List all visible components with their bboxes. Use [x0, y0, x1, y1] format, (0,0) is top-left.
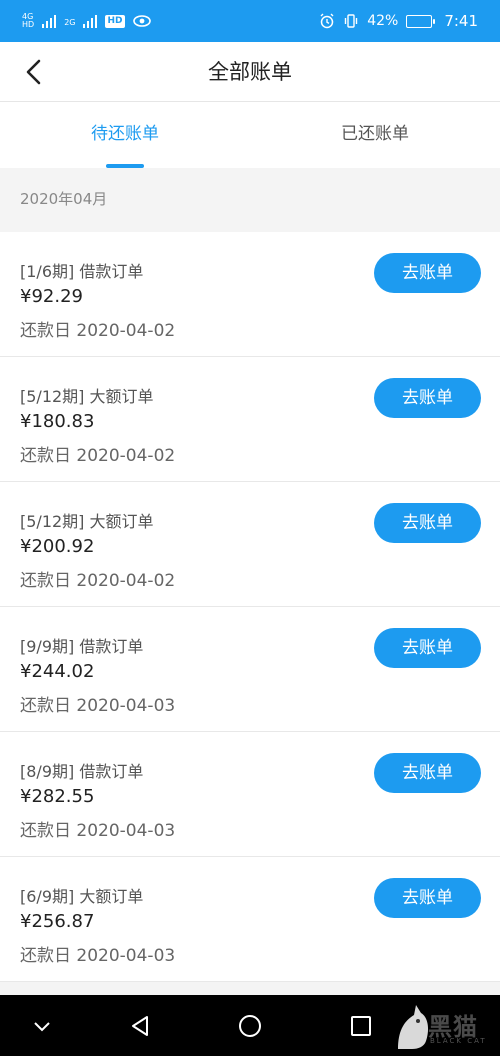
tab-label: 已还账单: [341, 124, 409, 144]
view-bill-button[interactable]: 去账单: [374, 253, 481, 293]
chevron-down-icon: [34, 1021, 50, 1031]
bill-title: [5/12期] 大额订单: [20, 512, 154, 531]
bill-due-date: 还款日 2020-04-03: [20, 821, 176, 841]
bill-title: [5/12期] 大额订单: [20, 387, 154, 406]
system-back-button[interactable]: [110, 995, 170, 1056]
system-nav-bar: 黑猫 BLACK CAT: [0, 995, 500, 1056]
vibrate-icon: [343, 13, 359, 29]
bill-item: [9/9期] 借款订单 ¥244.02 还款日 2020-04-03 去账单: [0, 607, 500, 732]
bill-amount: ¥244.02: [20, 661, 95, 682]
view-bill-button[interactable]: 去账单: [374, 753, 481, 793]
bill-amount: ¥282.55: [20, 786, 95, 807]
bill-item: [1/6期] 借款订单 ¥92.29 还款日 2020-04-02 去账单: [0, 232, 500, 357]
watermark-subtext: BLACK CAT: [430, 1037, 487, 1045]
bill-title: [9/9期] 借款订单: [20, 637, 144, 656]
watermark-logo: 黑猫 BLACK CAT: [394, 1001, 494, 1051]
bill-item: [6/9期] 大额订单 ¥256.87 还款日 2020-04-03 去账单: [0, 857, 500, 982]
month-header: 2020年04月: [0, 168, 500, 230]
view-bill-button[interactable]: 去账单: [374, 378, 481, 418]
tab-paid-bills[interactable]: 已还账单: [250, 102, 500, 168]
network2-label: 2G: [64, 18, 76, 27]
bill-title: [6/9期] 大额订单: [20, 887, 144, 906]
app-header: 全部账单: [0, 42, 500, 102]
tab-pending-bills[interactable]: 待还账单: [0, 102, 250, 168]
bill-title: [1/6期] 借款订单: [20, 262, 144, 281]
status-left: 4G HD 2G HD: [22, 13, 151, 29]
bill-amount: ¥200.92: [20, 536, 95, 557]
battery-icon: [406, 14, 436, 28]
hd-icon: HD: [105, 14, 125, 28]
bill-due-date: 还款日 2020-04-02: [20, 571, 176, 591]
clock: 7:41: [444, 12, 478, 30]
page-title: 全部账单: [208, 60, 292, 84]
eye-icon: [132, 14, 151, 28]
view-bill-button[interactable]: 去账单: [374, 878, 481, 918]
alarm-icon: [319, 13, 335, 29]
bill-amount: ¥180.83: [20, 411, 95, 432]
bill-due-date: 还款日 2020-04-03: [20, 946, 176, 966]
bill-amount: ¥92.29: [20, 286, 83, 307]
bill-item: [8/9期] 借款订单 ¥282.55 还款日 2020-04-03 去账单: [0, 732, 500, 857]
cat-logo-icon: [398, 1005, 429, 1049]
bill-amount: ¥256.87: [20, 911, 95, 932]
signal-icon: [83, 14, 98, 28]
bill-item: [5/12期] 大额订单 ¥180.83 还款日 2020-04-02 去账单: [0, 357, 500, 482]
status-right: 42% 7:41: [319, 12, 478, 30]
bill-due-date: 还款日 2020-04-02: [20, 446, 176, 466]
back-triangle-icon: [132, 1015, 148, 1036]
tab-label: 待还账单: [91, 124, 159, 144]
signal-icon: [42, 14, 57, 28]
bill-tabs: 待还账单 已还账单: [0, 102, 500, 168]
status-bar: 4G HD 2G HD 42% 7:41: [0, 0, 500, 42]
bill-item: [5/12期] 大额订单 ¥200.92 还款日 2020-04-02 去账单: [0, 482, 500, 607]
system-home-button[interactable]: [220, 995, 280, 1056]
network-type-1: 4G HD: [22, 13, 34, 29]
bill-list: [1/6期] 借款订单 ¥92.29 还款日 2020-04-02 去账单 [5…: [0, 232, 500, 982]
bill-title: [8/9期] 借款订单: [20, 762, 144, 781]
hide-nav-button[interactable]: [12, 995, 72, 1056]
app-root: 4G HD 2G HD 42% 7:41 全部账单 待还账单 已还账单 2020…: [0, 0, 500, 1056]
network1-bottom-label: HD: [22, 20, 35, 29]
view-bill-button[interactable]: 去账单: [374, 628, 481, 668]
home-circle-icon: [239, 1014, 261, 1037]
view-bill-button[interactable]: 去账单: [374, 503, 481, 543]
recents-square-icon: [351, 1015, 371, 1036]
bill-due-date: 还款日 2020-04-03: [20, 696, 176, 716]
system-recents-button[interactable]: [331, 995, 391, 1056]
bill-due-date: 还款日 2020-04-02: [20, 321, 176, 341]
battery-percent: 42%: [367, 13, 399, 29]
